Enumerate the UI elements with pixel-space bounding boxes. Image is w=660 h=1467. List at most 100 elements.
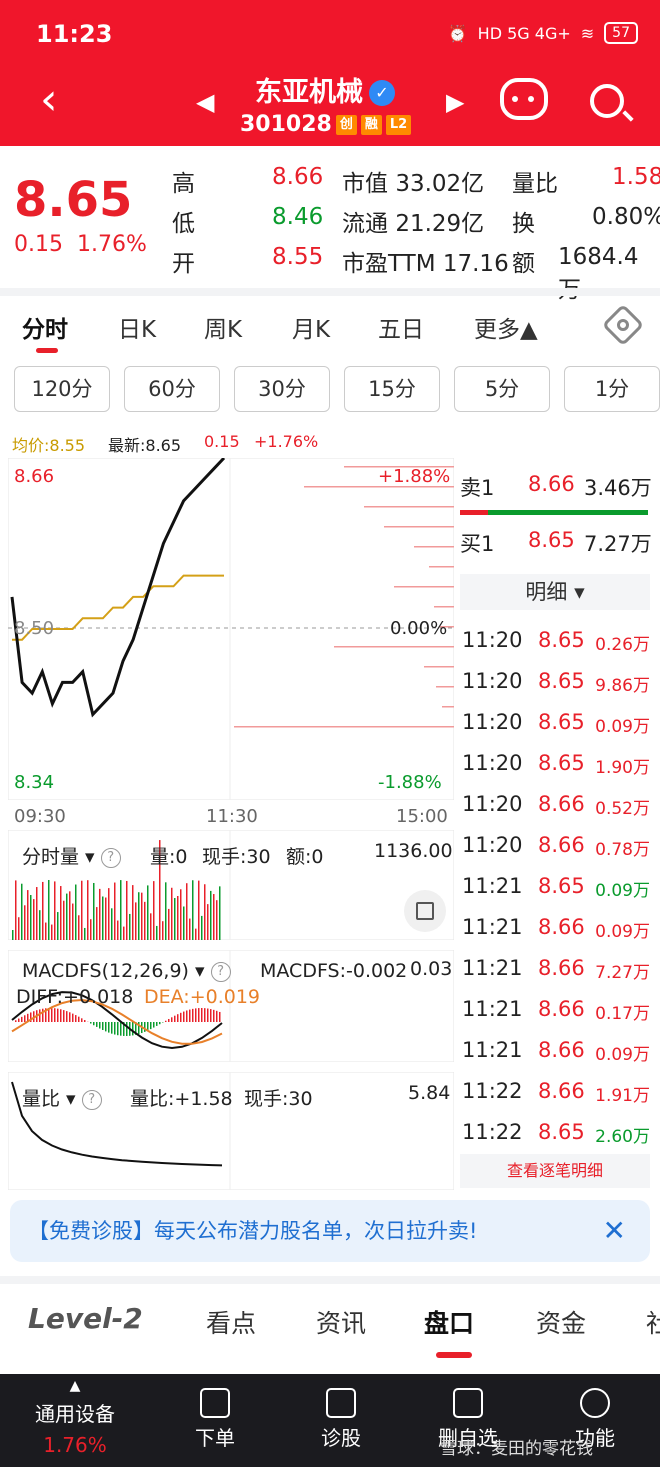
settings-gear-icon[interactable]: [601, 303, 645, 347]
close-icon[interactable]: ✕: [603, 1200, 626, 1262]
period-5[interactable]: 5分: [454, 366, 550, 412]
macd-bar: [24, 1015, 26, 1022]
volume-bar: [27, 890, 29, 940]
high-label: 高: [172, 171, 195, 197]
pe-ratio: 市盈TTM 17.16: [342, 251, 509, 277]
depth-bar: [394, 586, 454, 588]
next-stock-icon[interactable]: ▶: [446, 88, 464, 116]
macd-bar: [66, 1011, 68, 1022]
depth-bar: [424, 666, 454, 668]
detail-dropdown[interactable]: 明细 ▾: [460, 574, 650, 610]
volume-bar: [156, 925, 158, 940]
volume-bar: [201, 915, 203, 940]
volume-bar: [150, 913, 152, 940]
volume-bar: [147, 885, 149, 940]
period-15[interactable]: 15分: [344, 366, 440, 412]
volume-bar: [153, 881, 155, 940]
device-button[interactable]: ▲ 通用设备 1.76%: [20, 1374, 130, 1457]
volume-bar: [84, 927, 86, 940]
order-button[interactable]: 下单: [180, 1374, 250, 1451]
volume-bar: [174, 898, 176, 940]
volume-bar: [114, 882, 116, 940]
tab-level2[interactable]: Level-2: [28, 1302, 143, 1335]
y-mid-pct: 0.00%: [390, 618, 448, 639]
volume-bar: [168, 908, 170, 940]
macd-bar: [81, 1018, 83, 1022]
tab-monthly-k[interactable]: 月K: [292, 310, 330, 344]
search-icon[interactable]: [590, 84, 624, 118]
macd-bar: [183, 1011, 185, 1022]
tag-l2: L2: [385, 115, 412, 135]
period-30[interactable]: 30分: [234, 366, 330, 412]
back-icon[interactable]: ‹: [40, 78, 58, 122]
x-label-close: 15:00: [396, 806, 448, 827]
volume-bar: [210, 890, 212, 940]
volume-amount: 额:0: [286, 846, 324, 868]
macd-bar: [150, 1022, 152, 1030]
period-60[interactable]: 60分: [124, 366, 220, 412]
view-all-ticks-link[interactable]: 查看逐笔明细: [460, 1154, 650, 1188]
help-icon: ?: [81, 1090, 102, 1110]
depth-bar: [364, 506, 454, 508]
volume-bar: [129, 913, 131, 940]
macd-bar: [174, 1015, 176, 1022]
macd-bar: [156, 1022, 158, 1026]
macd-bar: [159, 1022, 161, 1025]
volume-bar: [162, 921, 164, 940]
robot-assistant-icon[interactable]: [500, 78, 548, 120]
macd-bar: [57, 1008, 59, 1022]
high-value: 8.66: [272, 164, 324, 190]
period-120[interactable]: 120分: [14, 366, 110, 412]
y-top-label: 8.66: [14, 466, 55, 487]
intraday-chart[interactable]: [8, 458, 454, 800]
tab-weekly-k[interactable]: 周K: [204, 310, 242, 344]
macd-bar: [108, 1022, 110, 1033]
volume-bar: [117, 920, 119, 940]
macd-bar: [153, 1022, 155, 1028]
tab-daily-k[interactable]: 日K: [118, 310, 156, 344]
volume-label[interactable]: 分时量 ▾ ?: [22, 842, 121, 869]
market-cap: 市值 33.02亿: [342, 171, 485, 197]
macd-bar: [168, 1018, 170, 1022]
tab-intraday[interactable]: 分时: [22, 310, 68, 344]
volume-bar: [66, 893, 68, 940]
volume-bar: [87, 880, 89, 940]
tab-handicap[interactable]: 盘口: [424, 1304, 474, 1340]
battery-icon: 57: [604, 22, 638, 44]
macd-bar: [42, 1008, 44, 1022]
volume-bar: [108, 888, 110, 940]
volume-bar: [135, 902, 137, 940]
turnover-value: 0.80%: [592, 204, 660, 230]
tab-highlights[interactable]: 看点: [206, 1304, 256, 1340]
macd-bar: [144, 1022, 146, 1032]
depth-bar: [414, 546, 454, 548]
macd-bar: [216, 1010, 218, 1022]
tab-community[interactable]: 社: [646, 1304, 660, 1340]
period-1[interactable]: 1分: [564, 366, 660, 412]
tab-five-day[interactable]: 五日: [378, 310, 424, 344]
ratio-value: 量比:+1.58: [130, 1088, 233, 1110]
macd-bar: [177, 1014, 179, 1022]
volume-bar: [48, 880, 50, 940]
x-label-open: 09:30: [14, 806, 66, 827]
tab-news[interactable]: 资讯: [316, 1304, 366, 1340]
ratio-label[interactable]: 量比 ▾ ?: [22, 1084, 102, 1111]
volume-bar: [123, 926, 125, 940]
volume-bar: [75, 884, 77, 940]
tab-capital[interactable]: 资金: [536, 1304, 586, 1340]
macd-label[interactable]: MACDFS(12,26,9) ▾ ?: [22, 960, 231, 982]
volume-bar: [111, 908, 113, 940]
tab-more[interactable]: 更多▲: [474, 310, 538, 344]
promo-banner[interactable]: 【免费诊股】每天公布潜力股名单，次日拉升卖! ✕: [10, 1200, 650, 1262]
diagnose-button[interactable]: 诊股: [306, 1374, 376, 1451]
tick-row: 11:20 8.66 0.52万: [462, 792, 650, 819]
prev-stock-icon[interactable]: ◀: [196, 88, 214, 116]
amount-label: 额: [512, 251, 535, 277]
macd-bar: [69, 1012, 71, 1022]
macd-bar: [63, 1010, 65, 1022]
tag-rong: 融: [360, 115, 382, 135]
depth-bar: [436, 686, 454, 688]
volume-bar: [132, 885, 134, 940]
expand-icon[interactable]: [404, 890, 446, 932]
volume-bar: [30, 895, 32, 940]
